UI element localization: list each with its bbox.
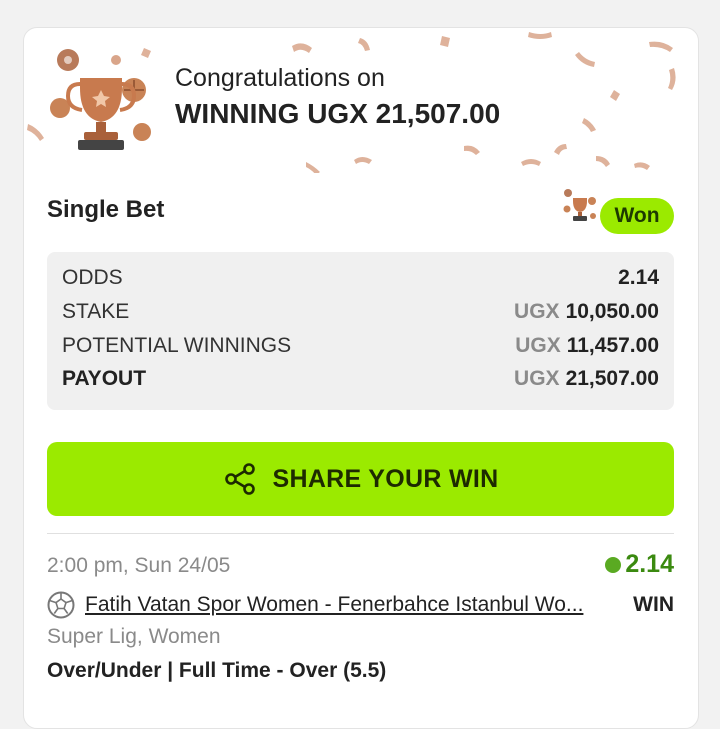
stake-label: STAKE xyxy=(62,300,130,323)
win-banner: Congratulations on WINNING UGX 21,507.00 xyxy=(24,28,698,173)
share-icon xyxy=(224,463,255,495)
bet-details-panel: ODDS 2.14 STAKE UGX 10,050.00 POTENTIAL W… xyxy=(47,252,674,410)
share-button-label: SHARE YOUR WIN xyxy=(272,464,499,493)
payout-label: PAYOUT xyxy=(62,367,147,390)
selection-odds-value: 2.14 xyxy=(625,550,674,578)
odds-value: 2.14 xyxy=(618,266,659,289)
odds-row: ODDS 2.14 xyxy=(62,264,659,292)
status-dot-icon xyxy=(605,556,622,573)
status-badge: Won xyxy=(600,198,674,234)
selection-odds: 2.14 xyxy=(605,550,674,579)
small-trophy-icon xyxy=(563,189,596,221)
league-name: Super Lig, Women xyxy=(47,625,221,648)
match-time: 2:00 pm, Sun 24/05 xyxy=(47,554,231,577)
potential-winnings-value: 11,457.00 xyxy=(566,334,659,357)
bet-type-title: Single Bet xyxy=(47,196,165,223)
winning-amount: WINNING UGX 21,507.00 xyxy=(175,98,501,129)
stake-row: STAKE UGX 10,050.00 xyxy=(62,298,659,326)
divider xyxy=(47,533,674,534)
bet-receipt-card: Congratulations on WINNING UGX 21,507.00… xyxy=(23,27,699,729)
market-description: Over/Under | Full Time - Over (5.5) xyxy=(47,659,387,682)
share-win-button[interactable]: SHARE YOUR WIN xyxy=(47,442,674,516)
match-link[interactable]: Fatih Vatan Spor Women - Fenerbahce Ista… xyxy=(85,593,615,617)
potential-winnings-label: POTENTIAL WINNINGS xyxy=(62,334,292,357)
congrats-text: Congratulations on xyxy=(175,64,385,92)
payout-currency: UGX xyxy=(514,367,560,390)
payout-row: PAYOUT UGX 21,507.00 xyxy=(62,365,659,393)
stake-value: 10,050.00 xyxy=(565,300,659,323)
selection-result: WIN xyxy=(633,593,674,616)
stake-currency: UGX xyxy=(514,300,560,323)
potential-winnings-currency: UGX xyxy=(515,334,561,357)
trophy-icon xyxy=(50,49,151,150)
potential-winnings-row: POTENTIAL WINNINGS UGX 11,457.00 xyxy=(62,332,659,360)
soccer-ball-icon xyxy=(47,591,75,619)
odds-label: ODDS xyxy=(62,266,123,289)
payout-value: 21,507.00 xyxy=(565,367,659,390)
